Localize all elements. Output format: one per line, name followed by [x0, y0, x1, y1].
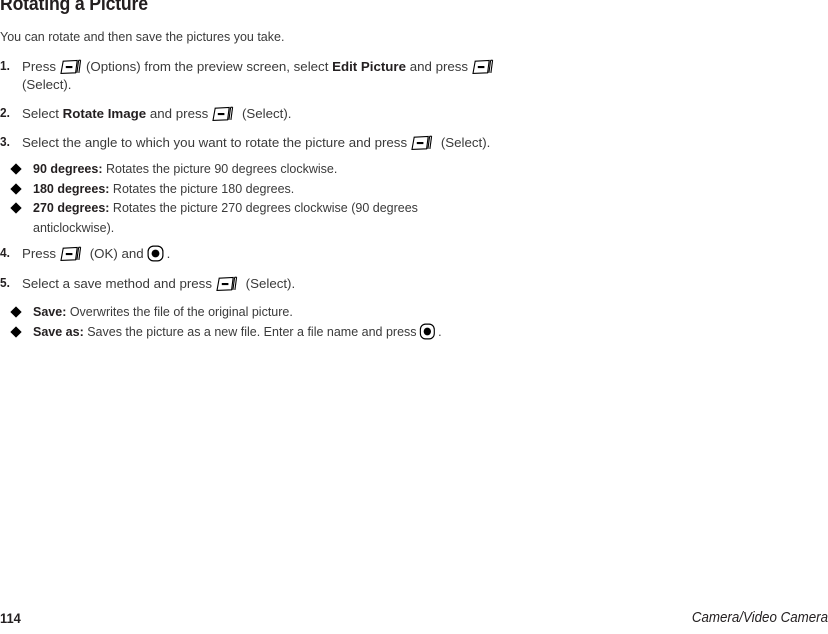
page-number: 114 — [0, 610, 21, 626]
running-head: Camera/Video Camera — [691, 610, 828, 626]
list-item-text: Rotates the picture 90 degrees clockwise… — [105, 161, 338, 177]
list-item-continuation: anticlockwise). — [0, 219, 760, 237]
step-text: Press (OK) and. — [22, 245, 171, 262]
procedure-steps: 1. Press (Options) from the preview scree… — [0, 58, 760, 340]
diamond-bullet-icon — [10, 326, 22, 338]
save-option-list: Save: Overwrites the file of the origina… — [0, 303, 760, 340]
step-text-post: . — [166, 246, 171, 262]
step-item: 3. Select the angle to which you want to… — [0, 134, 760, 152]
list-item: Save: Overwrites the file of the origina… — [0, 303, 760, 321]
step-text: Select Rotate Image and press (Select). — [22, 106, 292, 121]
list-item-text-line2: anticlockwise). — [33, 219, 115, 235]
list-item: Save as: Saves the picture as a new file… — [0, 323, 760, 341]
list-item-term: 90 degrees: — [33, 161, 103, 177]
list-item-text: Rotates the picture 180 degrees. — [112, 180, 295, 196]
center-select-key-icon — [147, 245, 164, 262]
step-text-mid2: and press — [409, 59, 469, 75]
angle-option-list: 90 degrees: Rotates the picture 90 degre… — [0, 160, 760, 236]
step-item: 1. Press (Options) from the preview scree… — [0, 58, 760, 93]
list-item-term: Save: — [33, 304, 67, 320]
page-footer: 114 Camera/Video Camera — [0, 606, 828, 626]
softkey-minus-icon — [471, 59, 495, 75]
list-item-text: Rotates the picture 270 degrees clockwis… — [112, 200, 418, 216]
softkey-minus-icon — [59, 246, 83, 262]
list-item-text: Saves the picture as a new file. Enter a… — [87, 323, 417, 339]
step-item: 4. Press (OK) and. — [0, 245, 760, 263]
step-text-post: (Select). — [440, 134, 491, 150]
step-number: 4. — [0, 246, 10, 261]
list-item: 90 degrees: Rotates the picture 90 degre… — [0, 160, 760, 178]
step-emphasis: Rotate Image — [62, 106, 147, 122]
step-number: 1. — [0, 59, 10, 74]
step-text: Press (Options) from the preview screen, … — [22, 59, 498, 92]
step-text: Select the angle to which you want to ro… — [22, 135, 490, 150]
step-item: 5. Select a save method and press (Selec… — [0, 275, 760, 293]
step-text-mid: (Options) from the preview screen, selec… — [86, 59, 329, 75]
manual-page: Rotating a Picture You can rotate and th… — [0, 0, 828, 634]
step-text-pre: Select — [22, 106, 59, 122]
intro-paragraph: You can rotate and then save the picture… — [0, 29, 285, 44]
softkey-minus-icon — [410, 135, 434, 151]
softkey-minus-icon — [215, 276, 239, 292]
list-item-term: 180 degrees: — [33, 180, 110, 196]
list-item: 180 degrees: Rotates the picture 180 deg… — [0, 180, 760, 198]
list-item-content: 180 degrees: Rotates the picture 180 deg… — [33, 180, 716, 198]
step-text: Select a save method and press (Select). — [22, 276, 295, 291]
step-number: 2. — [0, 106, 10, 121]
list-item-term: Save as: — [33, 323, 84, 339]
step-text-post: (Select). — [241, 106, 292, 122]
step-text-pre: Press — [22, 246, 56, 262]
step-text-pre: Press — [22, 59, 56, 75]
diamond-bullet-icon — [10, 183, 22, 195]
list-item-content: 90 degrees: Rotates the picture 90 degre… — [33, 160, 716, 178]
step-text-mid: (OK) and — [89, 246, 144, 262]
center-select-key-icon — [419, 323, 435, 340]
step-emphasis: Edit Picture — [332, 59, 406, 75]
diamond-bullet-icon — [10, 306, 22, 318]
diamond-bullet-icon — [10, 163, 22, 175]
step-text-post: (Select). — [22, 76, 72, 92]
softkey-minus-icon — [211, 106, 235, 122]
softkey-minus-icon — [59, 59, 83, 75]
step-number: 3. — [0, 134, 10, 149]
list-item-text-post: . — [438, 323, 442, 339]
page-title: Rotating a Picture — [0, 0, 148, 15]
list-item-content: 270 degrees: Rotates the picture 270 deg… — [33, 199, 716, 217]
step-text-post: (Select). — [245, 275, 296, 291]
page-content: Rotating a Picture You can rotate and th… — [0, 0, 760, 349]
step-item: 2. Select Rotate Image and press (Select… — [0, 105, 760, 123]
step-text-pre: Select the angle to which you want to ro… — [22, 134, 408, 150]
list-item-content: Save as: Saves the picture as a new file… — [33, 323, 716, 341]
list-item-text: Overwrites the file of the original pict… — [69, 304, 293, 320]
diamond-bullet-icon — [10, 202, 22, 214]
list-item-term: 270 degrees: — [33, 200, 110, 216]
list-item: 270 degrees: Rotates the picture 270 deg… — [0, 199, 760, 217]
list-item-content: Save: Overwrites the file of the origina… — [33, 303, 716, 321]
step-number: 5. — [0, 275, 10, 290]
step-text-mid: and press — [149, 106, 209, 122]
step-text-pre: Select a save method and press — [22, 275, 212, 291]
